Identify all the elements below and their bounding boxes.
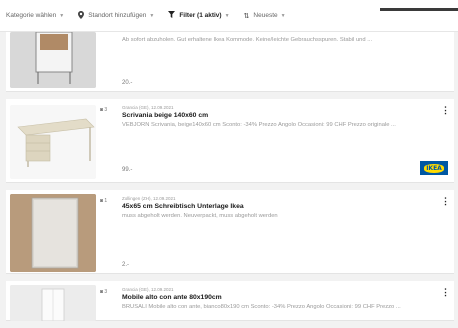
- listing-image: [10, 32, 96, 88]
- more-options-icon[interactable]: ⋮: [441, 105, 450, 116]
- listing-price: 99.-: [122, 167, 133, 173]
- location-label: Standort hinzufügen: [88, 12, 147, 19]
- listing-card[interactable]: ◙ 3 Grancia (GE), 12.09.2021 Mobile alto…: [6, 281, 454, 321]
- listing-price: 20.-: [122, 80, 133, 86]
- sort-dropdown[interactable]: ⇅ Neueste ▼: [244, 12, 286, 20]
- chevron-down-icon: ▼: [59, 12, 65, 19]
- more-options-icon[interactable]: ⋮: [441, 287, 450, 298]
- photo-count: ◙ 3: [100, 289, 107, 295]
- listing-image: [10, 285, 96, 321]
- listing-card[interactable]: ◙ 3 Grancia (GE), 12.09.2021 Scrivania b…: [6, 99, 454, 183]
- ikea-logo: IKEA: [420, 161, 448, 175]
- filter-button[interactable]: Filter (1 aktiv) ▼: [168, 11, 230, 20]
- filter-bar: Kategorie wählen ▼ Standort hinzufügen ▼…: [0, 0, 458, 32]
- listing-description: VEBJÖRN Scrivania, beige140x60 cm Sconto…: [122, 122, 396, 128]
- chevron-down-icon: ▼: [280, 12, 286, 19]
- camera-icon: ◙: [100, 107, 104, 113]
- sort-label: Neueste: [253, 12, 278, 19]
- listing-image: [10, 105, 96, 179]
- camera-icon: ◙: [100, 198, 104, 204]
- photo-count: ◙ 1: [100, 198, 107, 204]
- camera-icon: ◙: [100, 289, 104, 295]
- listing-title: 45x65 cm Schreibtisch Unterlage Ikea: [122, 203, 244, 210]
- listing-image: [10, 194, 96, 272]
- listing-location-date: Grancia (GE), 12.09.2021: [122, 105, 174, 110]
- brand-label: IKEA: [424, 163, 444, 173]
- listing-location-date: Zollingen (ZH), 12.09.2021: [122, 196, 176, 201]
- listing-description: BRUSALI Mobile alto con ante, bianco80x1…: [122, 304, 401, 310]
- chevron-down-icon: ▼: [224, 12, 230, 19]
- category-label: Kategorie wählen: [6, 12, 57, 19]
- chevron-down-icon: ▼: [149, 12, 155, 19]
- funnel-icon: [168, 11, 176, 20]
- location-filter[interactable]: Standort hinzufügen ▼: [78, 10, 155, 21]
- listing-description: Ab sofort abzuholen. Gut erhaltene Ikea …: [122, 37, 373, 43]
- listing-card[interactable]: Ab sofort abzuholen. Gut erhaltene Ikea …: [6, 32, 454, 92]
- listing-location-date: Grancia (GE), 12.09.2021: [122, 287, 174, 292]
- photo-count-value: 3: [104, 107, 108, 113]
- more-options-icon[interactable]: ⋮: [441, 196, 450, 207]
- listing-card[interactable]: ◙ 1 Zollingen (ZH), 12.09.2021 45x65 cm …: [6, 190, 454, 274]
- photo-count-value: 1: [104, 198, 108, 204]
- listing-title: Scrivania beige 140x60 cm: [122, 112, 209, 119]
- header-divider: [380, 8, 458, 11]
- photo-count: ◙ 3: [100, 107, 107, 113]
- photo-count-value: 3: [104, 289, 108, 295]
- sort-icon: ⇅: [243, 12, 250, 20]
- listing-description: muss abgeholt werden. Neuverpackt, muss …: [122, 213, 278, 219]
- listing-price: 2.-: [122, 262, 130, 268]
- listing-title: Mobile alto con ante 80x190cm: [122, 294, 222, 301]
- category-filter[interactable]: Kategorie wählen ▼: [6, 12, 64, 19]
- filter-label: Filter (1 aktiv): [179, 12, 222, 19]
- location-pin-icon: [78, 10, 85, 21]
- listing-list: Ab sofort abzuholen. Gut erhaltene Ikea …: [0, 32, 458, 328]
